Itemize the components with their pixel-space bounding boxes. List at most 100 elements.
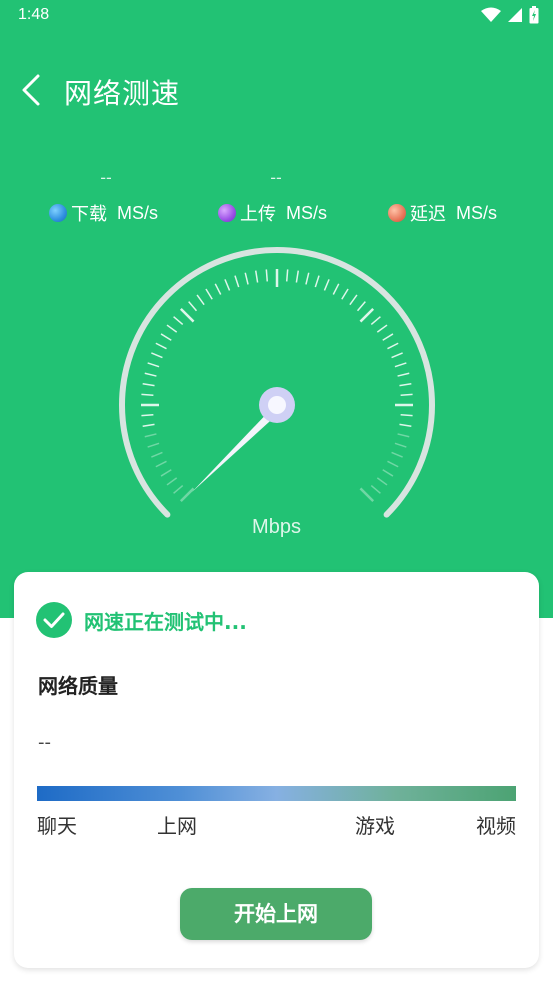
gauge-minor-tick <box>173 484 184 494</box>
gauge-minor-tick <box>144 433 157 438</box>
gauge-minor-tick <box>382 469 394 477</box>
quality-label-game: 游戏 <box>355 814 395 838</box>
gauge-major-tick <box>359 487 375 503</box>
gauge-minor-tick <box>151 352 163 359</box>
gauge-minor-tick <box>155 460 167 468</box>
gauge-minor-tick <box>397 372 410 377</box>
gauge-minor-tick <box>382 333 394 341</box>
gauge-minor-tick <box>305 272 310 285</box>
gauge-minor-tick <box>160 469 172 477</box>
gauge-minor-tick <box>391 352 403 359</box>
latency-label: 延迟 <box>410 204 446 225</box>
upload-value: -- <box>270 168 282 187</box>
gauge-minor-tick <box>196 294 205 306</box>
gauge-hub-inner <box>268 396 286 414</box>
gauge-minor-tick <box>394 362 407 368</box>
download-dot-icon <box>49 204 67 222</box>
gauge-minor-tick <box>323 279 330 291</box>
gauge-minor-tick <box>188 301 198 312</box>
gauge-minor-tick <box>141 393 154 397</box>
gauge-major-tick <box>179 487 195 503</box>
upload-dot-icon <box>218 204 236 222</box>
gauge-minor-tick <box>141 413 154 417</box>
gauge-minor-tick <box>400 413 413 417</box>
gauge-minor-tick <box>205 288 213 300</box>
download-metric: 下载 MS/s <box>49 200 158 226</box>
gauge-minor-tick <box>332 283 340 295</box>
gauge-minor-tick <box>356 301 366 312</box>
speed-gauge <box>119 247 435 518</box>
gauge-minor-tick <box>285 269 289 282</box>
page-title: 网络测速 <box>64 77 181 110</box>
start-browsing-button[interactable]: 开始上网 <box>180 888 372 940</box>
gauge-minor-tick <box>295 270 300 283</box>
gauge-minor-tick <box>147 442 160 448</box>
gauge-minor-tick <box>376 477 388 486</box>
wifi-icon <box>481 7 501 22</box>
gauge-major-tick <box>179 307 195 323</box>
gauge-minor-tick <box>142 382 155 387</box>
status-bar: 1:48 <box>0 0 553 32</box>
gauge-minor-tick <box>166 324 178 333</box>
battery-icon <box>529 6 539 24</box>
gauge-minor-tick <box>155 342 167 350</box>
gauge-ticks <box>119 247 435 518</box>
gauge-minor-tick <box>387 342 399 350</box>
gauge-minor-tick <box>391 451 403 458</box>
quality-label-chat: 聊天 <box>37 814 77 838</box>
gauge-minor-tick <box>234 275 240 288</box>
status-icons <box>481 6 539 24</box>
quality-label-browse: 上网 <box>157 814 197 838</box>
gauge-minor-tick <box>147 362 160 368</box>
download-unit: MS/s <box>117 202 159 223</box>
gauge-minor-tick <box>166 477 178 486</box>
gauge-minor-tick <box>370 316 381 326</box>
gauge-minor-tick <box>314 275 320 288</box>
upload-unit: MS/s <box>286 202 328 223</box>
gauge-minor-tick <box>265 269 269 282</box>
gauge-minor-tick <box>370 484 381 494</box>
status-time: 1:48 <box>18 6 50 23</box>
testing-status: 网速正在测试中... <box>36 602 247 638</box>
app-bar: 网络测速 <box>0 60 553 120</box>
chevron-left-icon <box>22 74 40 106</box>
gauge-minor-tick <box>142 423 155 428</box>
download-value: -- <box>100 168 112 187</box>
gauge-minor-tick <box>376 324 388 333</box>
gauge-minor-tick <box>349 294 358 306</box>
gauge-minor-tick <box>151 451 163 458</box>
quality-title: 网络质量 <box>38 674 118 698</box>
gauge-minor-tick <box>173 316 184 326</box>
gauge-minor-tick <box>399 423 412 428</box>
gauge-unit: Mbps <box>252 516 301 538</box>
gauge-arc <box>119 247 435 518</box>
signal-icon <box>508 8 522 22</box>
gauge-minor-tick <box>244 272 249 285</box>
gauge-minor-tick <box>341 288 349 300</box>
quality-label-video: 视频 <box>476 814 516 838</box>
gauge-minor-tick <box>214 283 222 295</box>
gauge-major-tick <box>359 307 375 323</box>
result-card: 网速正在测试中... 网络质量 -- 聊天 上网 游戏 视频 开始上网 <box>14 572 539 968</box>
gauge-minor-tick <box>144 372 157 377</box>
gauge-minor-tick <box>399 382 412 387</box>
gauge-minor-tick <box>400 393 413 397</box>
quality-gradient-bar <box>37 786 516 801</box>
back-button[interactable] <box>14 68 54 112</box>
quality-value: -- <box>38 732 51 753</box>
quality-labels: 聊天 上网 游戏 视频 <box>37 810 516 838</box>
testing-text: 网速正在测试中... <box>84 609 247 634</box>
latency-dot-icon <box>388 204 406 222</box>
gauge-minor-tick <box>387 460 399 468</box>
latency-metric: 延迟 MS/s <box>388 200 497 226</box>
gauge-minor-tick <box>160 333 172 341</box>
gauge-minor-tick <box>394 442 407 448</box>
upload-metric: 上传 MS/s <box>218 200 327 226</box>
download-label: 下载 <box>71 204 107 225</box>
upload-label: 上传 <box>240 204 276 225</box>
gauge-minor-tick <box>397 433 410 438</box>
latency-unit: MS/s <box>456 202 498 223</box>
gauge-minor-tick <box>224 279 231 291</box>
check-circle-icon <box>36 602 72 638</box>
gauge-minor-tick <box>254 270 259 283</box>
